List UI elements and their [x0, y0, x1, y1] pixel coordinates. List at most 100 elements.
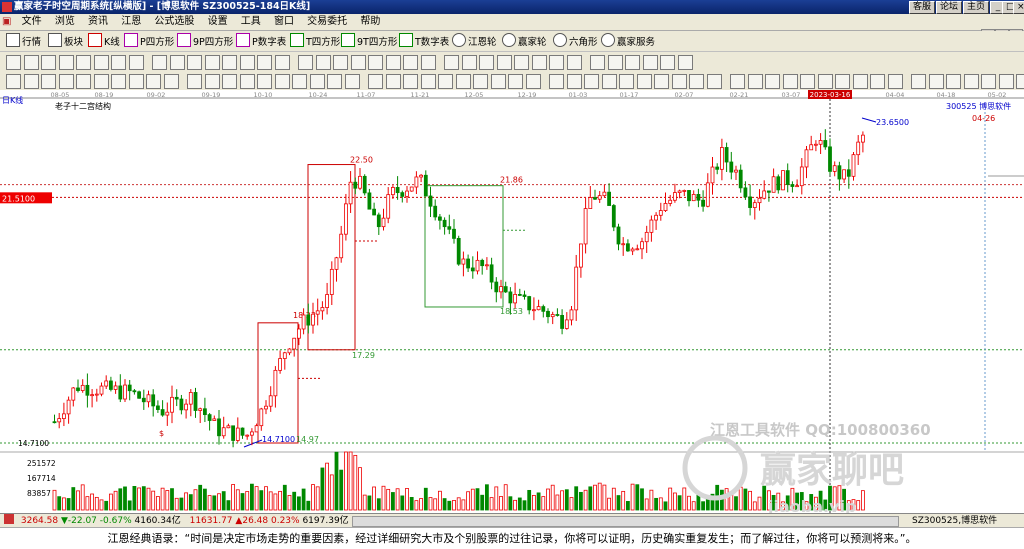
tool-icon[interactable]: [222, 55, 237, 70]
menu-help[interactable]: 帮助: [355, 14, 385, 30]
tool-icon[interactable]: [327, 74, 342, 89]
tool-icon[interactable]: [169, 55, 185, 70]
tool-icon[interactable]: [239, 55, 255, 70]
tool-icon[interactable]: [981, 74, 996, 89]
tool-icon[interactable]: [671, 74, 687, 89]
tool-icon[interactable]: [420, 55, 436, 70]
tool-icon[interactable]: [508, 74, 523, 89]
tool-icon[interactable]: [344, 74, 360, 89]
tool-icon[interactable]: [58, 74, 74, 89]
t-square-button[interactable]: T四方形: [290, 33, 340, 49]
winner-wheel-button[interactable]: 赢家轮: [502, 33, 547, 49]
menu-trade[interactable]: 交易委托: [302, 14, 352, 30]
tool-icon[interactable]: [455, 74, 471, 89]
tool-icon[interactable]: [817, 74, 833, 89]
service-tool-button[interactable]: 赢家服务: [601, 33, 655, 49]
tool-icon[interactable]: [58, 55, 74, 70]
tool-icon[interactable]: [111, 55, 126, 70]
tool-icon[interactable]: [187, 74, 202, 89]
tool-icon[interactable]: [93, 74, 109, 89]
p-table-button[interactable]: P数字表: [236, 33, 286, 49]
tool-icon[interactable]: [315, 55, 331, 70]
tool-icon[interactable]: [403, 74, 418, 89]
tool-icon[interactable]: [677, 55, 693, 70]
tool-icon[interactable]: [385, 74, 401, 89]
tool-icon[interactable]: [566, 55, 582, 70]
tool-icon[interactable]: [41, 74, 56, 89]
close-icon[interactable]: ×: [1013, 1, 1024, 14]
tool-icon[interactable]: [549, 74, 564, 89]
scrollbar[interactable]: [352, 516, 899, 527]
9t-square-button[interactable]: 9T四方形: [341, 33, 397, 49]
homepage-button[interactable]: 主页: [963, 1, 990, 14]
tool-icon[interactable]: [706, 74, 722, 89]
tool-icon[interactable]: [444, 55, 459, 70]
tool-icon[interactable]: [852, 74, 868, 89]
tool-icon[interactable]: [368, 74, 383, 89]
tool-icon[interactable]: [531, 55, 547, 70]
tool-icon[interactable]: [368, 55, 383, 70]
tool-icon[interactable]: [385, 55, 401, 70]
tool-icon[interactable]: [625, 55, 640, 70]
tool-icon[interactable]: [204, 55, 220, 70]
tool-icon[interactable]: [887, 74, 903, 89]
sector-button[interactable]: 板块: [48, 33, 83, 49]
kline-chart[interactable]: 08-05 08-19 09-02 09-19 10-10 10-24 11-07 11-21…: [0, 90, 1024, 516]
kline-button[interactable]: K线: [88, 33, 120, 49]
tool-icon[interactable]: [152, 55, 167, 70]
tool-icon[interactable]: [566, 74, 582, 89]
tool-icon[interactable]: [350, 55, 366, 70]
tool-icon[interactable]: [765, 74, 780, 89]
tool-icon[interactable]: [660, 55, 675, 70]
tool-icon[interactable]: [584, 74, 599, 89]
tool-icon[interactable]: [403, 55, 418, 70]
tool-icon[interactable]: [23, 55, 39, 70]
p-square-button[interactable]: P四方形: [124, 33, 174, 49]
tool-icon[interactable]: [6, 55, 21, 70]
tool-icon[interactable]: [747, 74, 763, 89]
tool-icon[interactable]: [490, 74, 506, 89]
9p-square-button[interactable]: 9P四方形: [177, 33, 233, 49]
tool-icon[interactable]: [187, 55, 202, 70]
tool-icon[interactable]: [911, 74, 926, 89]
tool-icon[interactable]: [800, 74, 815, 89]
tool-icon[interactable]: [642, 55, 658, 70]
forum-button[interactable]: 论坛: [936, 1, 963, 14]
tool-icon[interactable]: [298, 55, 313, 70]
tool-icon[interactable]: [689, 74, 704, 89]
tool-icon[interactable]: [76, 55, 91, 70]
menu-gann[interactable]: 江恩: [116, 14, 146, 30]
tool-icon[interactable]: [128, 55, 144, 70]
tool-icon[interactable]: [274, 55, 290, 70]
tool-icon[interactable]: [257, 74, 272, 89]
tool-icon[interactable]: [870, 74, 885, 89]
tool-icon[interactable]: [636, 74, 652, 89]
hexagon-button[interactable]: 六角形: [553, 33, 598, 49]
tool-icon[interactable]: [963, 74, 979, 89]
tool-icon[interactable]: [607, 55, 623, 70]
menu-tools[interactable]: 工具: [236, 14, 266, 30]
tool-icon[interactable]: [111, 74, 126, 89]
tool-icon[interactable]: [128, 74, 144, 89]
menu-window[interactable]: 窗口: [269, 14, 299, 30]
tool-icon[interactable]: [309, 74, 325, 89]
tool-icon[interactable]: [998, 74, 1014, 89]
tool-icon[interactable]: [420, 74, 436, 89]
tool-icon[interactable]: [163, 74, 179, 89]
tool-icon[interactable]: [438, 74, 453, 89]
tool-icon[interactable]: [6, 74, 21, 89]
tool-icon[interactable]: [590, 55, 605, 70]
tool-icon[interactable]: [204, 74, 220, 89]
tool-icon[interactable]: [292, 74, 307, 89]
tool-icon[interactable]: [549, 55, 564, 70]
tool-icon[interactable]: [601, 74, 617, 89]
service-button[interactable]: 客服: [909, 1, 936, 14]
tool-icon[interactable]: [222, 74, 237, 89]
tool-icon[interactable]: [946, 74, 961, 89]
quote-button[interactable]: 行情: [6, 33, 41, 49]
tool-icon[interactable]: [835, 74, 850, 89]
tool-icon[interactable]: [730, 74, 745, 89]
t-table-button[interactable]: T数字表: [399, 33, 449, 49]
tool-icon[interactable]: [1016, 74, 1024, 89]
menu-formula-select[interactable]: 公式选股: [149, 14, 199, 30]
